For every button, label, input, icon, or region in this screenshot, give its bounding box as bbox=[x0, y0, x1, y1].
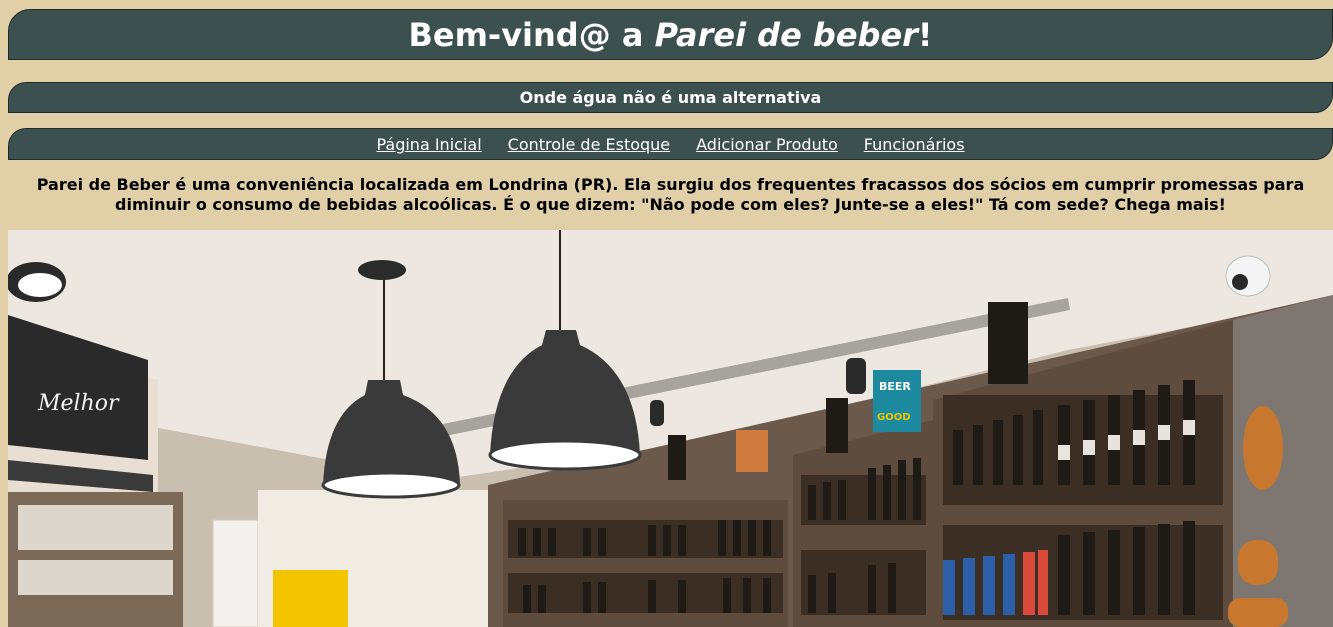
yellow-cabinet bbox=[273, 570, 348, 627]
decor-bell bbox=[1238, 540, 1278, 585]
shelf-center-row-2 bbox=[508, 573, 783, 613]
glass-shelf-row-2 bbox=[18, 560, 173, 595]
beer-box-text: BEER bbox=[879, 380, 911, 393]
title-banner: Bem-vind@ a Parei de beber! bbox=[8, 9, 1333, 60]
title-prefix: Bem-vind@ a bbox=[408, 16, 655, 54]
tagline: Onde água não é uma alternativa bbox=[519, 88, 822, 107]
nav-item-employees: Funcionários bbox=[864, 129, 965, 161]
lamp-2-bulb bbox=[488, 439, 642, 471]
decor-hops bbox=[1243, 406, 1283, 490]
spotlight-glow bbox=[18, 273, 62, 297]
nav-item-home: Página Inicial bbox=[376, 129, 481, 161]
shelf-middle-row-1 bbox=[801, 475, 926, 525]
growler-medium bbox=[826, 398, 848, 453]
lamp-1-bulb bbox=[321, 471, 461, 499]
nav-link-employees[interactable]: Funcionários bbox=[864, 135, 965, 154]
orange-box bbox=[736, 430, 768, 472]
decor-handles bbox=[1228, 598, 1288, 627]
nav-item-add-product: Adicionar Produto bbox=[696, 129, 838, 161]
nav-link-add-product[interactable]: Adicionar Produto bbox=[696, 135, 838, 154]
nav-list: Página Inicial Controle de Estoque Adici… bbox=[9, 129, 1332, 161]
camera-lens bbox=[1232, 274, 1248, 290]
nav-link-stock-control[interactable]: Controle de Estoque bbox=[508, 135, 671, 154]
title-suffix: ! bbox=[917, 16, 933, 54]
glass-shelf-row-1 bbox=[18, 505, 173, 550]
ceiling-spot-1 bbox=[650, 400, 664, 426]
ceiling-spot-2 bbox=[846, 358, 866, 394]
intro-paragraph: Parei de Beber é uma conveniência locali… bbox=[36, 175, 1305, 214]
door bbox=[212, 519, 259, 627]
brand-name: Parei de beber bbox=[654, 16, 918, 54]
shelf-middle-row-2 bbox=[801, 550, 926, 615]
nav-link-home[interactable]: Página Inicial bbox=[376, 135, 481, 154]
page-title: Bem-vind@ a Parei de beber! bbox=[9, 10, 1332, 60]
nav-item-stock: Controle de Estoque bbox=[508, 129, 671, 161]
tagline-banner: Onde água não é uma alternativa bbox=[8, 82, 1333, 113]
security-camera bbox=[1225, 255, 1271, 297]
store-photo: Melhor BEER GOOD bbox=[8, 230, 1333, 627]
lamp-1-canopy bbox=[358, 260, 406, 280]
growler-large bbox=[988, 302, 1028, 384]
main-nav: Página Inicial Controle de Estoque Adici… bbox=[8, 128, 1333, 160]
store-interior-illustration: Melhor BEER GOOD bbox=[8, 230, 1333, 627]
growler-small bbox=[668, 435, 686, 480]
beer-box-text-2: GOOD bbox=[877, 412, 911, 423]
chalkboard-text: Melhor bbox=[37, 391, 120, 416]
